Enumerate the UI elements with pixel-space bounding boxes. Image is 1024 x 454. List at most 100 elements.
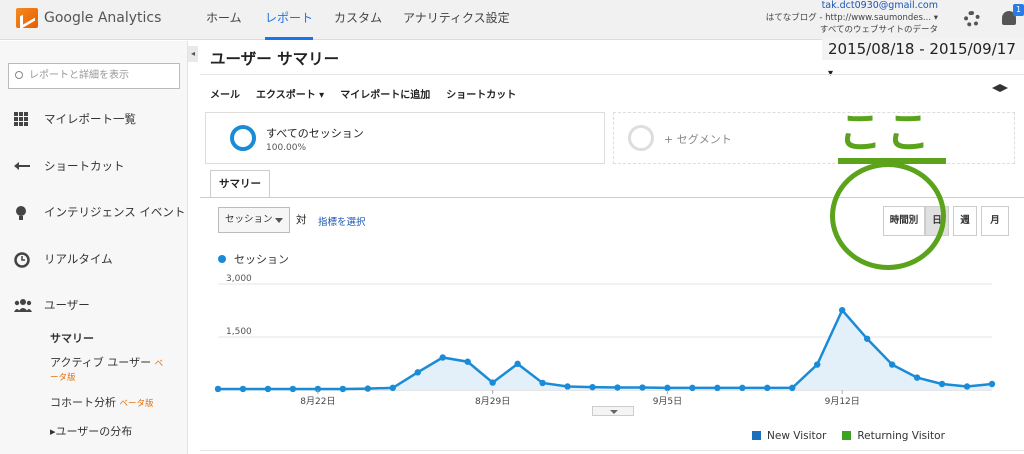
analytics-logo-icon	[16, 8, 38, 28]
gear-icon[interactable]	[964, 11, 980, 27]
sidebar-item-label: インテリジェンス イベント	[44, 205, 186, 219]
clock-icon	[14, 252, 30, 268]
sidebar-item-my-reports[interactable]: マイレポート一覧	[14, 111, 136, 127]
logo-text: Google Analytics	[44, 10, 162, 26]
data-point	[414, 369, 421, 376]
account-switcher[interactable]: tak.dct0930@gmail.com はてなブログ - http://ww…	[766, 0, 938, 36]
account-view: すべてのウェブサイトのデータ	[819, 25, 938, 35]
sidebar-item-label: ユーザー	[44, 298, 90, 312]
chart-range-handle[interactable]	[592, 406, 634, 416]
data-point	[938, 380, 946, 388]
sidebar-item-label: ショートカット	[44, 159, 125, 173]
notification-badge: 1	[1013, 4, 1024, 16]
tab-summary[interactable]: サマリー	[210, 170, 270, 198]
nav-reports[interactable]: レポート	[265, 0, 314, 40]
account-property: はてなブログ - http://www.saumondes... ▾	[765, 13, 938, 23]
sidebar-item-shortcuts[interactable]: ショートカット	[14, 158, 125, 174]
sessions-line-chart: 3,000 1,500 8月22日 8月29日 9月5日 9月12日	[214, 274, 996, 407]
handwritten-annotation: ここ	[838, 107, 934, 158]
sidebar-item-label: マイレポート一覧	[44, 112, 136, 126]
data-point	[539, 379, 546, 387]
export-button[interactable]: エクスポート ▾	[256, 86, 324, 101]
data-point	[764, 384, 771, 392]
visitor-type-legend: New Visitor Returning Visitor	[752, 430, 945, 442]
x-tick-label: 8月22日	[300, 396, 335, 407]
shortcut-button[interactable]: ショートカット	[446, 86, 516, 101]
data-point	[838, 306, 846, 314]
legend-swatch	[842, 431, 852, 440]
sidebar-collapse-button[interactable]: ◂	[188, 46, 198, 62]
data-point	[988, 380, 996, 388]
google-analytics-logo[interactable]: Google Analytics	[16, 8, 161, 28]
select-metric-link[interactable]: 指標を選択	[318, 214, 366, 228]
divider	[200, 74, 1024, 75]
add-segment-label: + セグメント	[664, 133, 732, 146]
legend-dot	[218, 255, 226, 263]
data-point	[714, 384, 721, 392]
data-point	[739, 384, 746, 392]
search-icon	[15, 71, 23, 79]
data-point	[789, 384, 796, 392]
users-icon	[14, 298, 32, 312]
search-placeholder: レポートと詳細を表示	[29, 70, 129, 81]
legend-new-visitor[interactable]: New Visitor	[752, 430, 826, 442]
x-tick-label: 8月29日	[475, 396, 510, 407]
date-range-picker[interactable]: 2015/08/18 - 2015/09/17 ▾	[822, 38, 1024, 79]
beta-badge: ベータ版	[119, 399, 154, 409]
annotation-circle	[830, 162, 946, 270]
legend-returning-visitor[interactable]: Returning Visitor	[842, 430, 945, 442]
top-bar: Google Analytics ホーム レポート カスタム アナリティクス設定…	[0, 0, 1024, 40]
data-point	[963, 383, 971, 390]
y-tick-label: 3,000	[226, 274, 252, 284]
lightbulb-icon	[14, 205, 30, 220]
metric-select-value: セッション	[225, 214, 273, 225]
page-title: ユーザー サマリー	[210, 50, 340, 68]
subnav-cohort[interactable]: コホート分析 ベータ版	[50, 394, 154, 410]
sidebar-item-intelligence[interactable]: インテリジェンス イベント	[14, 204, 185, 220]
subnav-summary[interactable]: サマリー	[50, 330, 94, 346]
email-button[interactable]: メール	[210, 86, 240, 101]
sidebar-item-realtime[interactable]: リアルタイム	[14, 251, 113, 268]
add-segment-button[interactable]: + セグメント	[613, 112, 1015, 164]
versus-label: 対	[296, 214, 307, 226]
data-point	[913, 374, 921, 381]
granularity-month[interactable]: 月	[981, 206, 1009, 236]
data-point	[364, 385, 372, 392]
data-point	[614, 384, 621, 391]
add-to-dashboard-button[interactable]: マイレポートに追加	[340, 86, 430, 101]
data-point	[564, 383, 571, 390]
segment-label: すべてのセッション	[266, 127, 364, 140]
data-point	[639, 384, 646, 391]
segment-all-sessions[interactable]: すべてのセッション 100.00%	[205, 112, 605, 164]
data-point	[514, 360, 521, 368]
nav-admin[interactable]: アナリティクス設定	[403, 0, 510, 40]
legend-swatch	[752, 431, 761, 440]
data-point	[264, 385, 272, 393]
data-point	[589, 383, 596, 391]
shortcut-icon	[14, 159, 30, 173]
grid-icon	[14, 112, 30, 126]
sidebar-item-label: リアルタイム	[44, 252, 113, 266]
segment-percent: 100.00%	[266, 143, 307, 153]
data-point	[888, 361, 896, 368]
metric-select[interactable]: セッション	[218, 207, 290, 233]
nav-home[interactable]: ホーム	[206, 0, 242, 40]
nav-custom[interactable]: カスタム	[334, 0, 382, 40]
data-point	[214, 385, 222, 393]
sidebar-item-users[interactable]: ユーザー	[14, 297, 90, 313]
data-point	[863, 335, 871, 342]
data-point	[689, 384, 696, 392]
divider	[200, 450, 1024, 451]
legend-label: セッション	[234, 253, 289, 266]
granularity-week[interactable]: 週	[953, 206, 977, 236]
chart-legend: セッション	[218, 251, 289, 267]
chevron-down-icon	[275, 218, 283, 223]
graduation-cap-icon[interactable]	[992, 84, 1008, 92]
data-point	[239, 385, 247, 393]
data-point	[439, 354, 446, 361]
subnav-active-users[interactable]: アクティブ ユーザー ベータ版	[50, 354, 170, 383]
account-email: tak.dct0930@gmail.com	[821, 0, 938, 11]
sidebar: レポートと詳細を表示 マイレポート一覧 ショートカット インテリジェンス イベン…	[0, 41, 188, 454]
report-search-input[interactable]: レポートと詳細を表示	[8, 63, 180, 89]
subnav-user-distribution[interactable]: ▸ユーザーの分布	[50, 423, 132, 439]
